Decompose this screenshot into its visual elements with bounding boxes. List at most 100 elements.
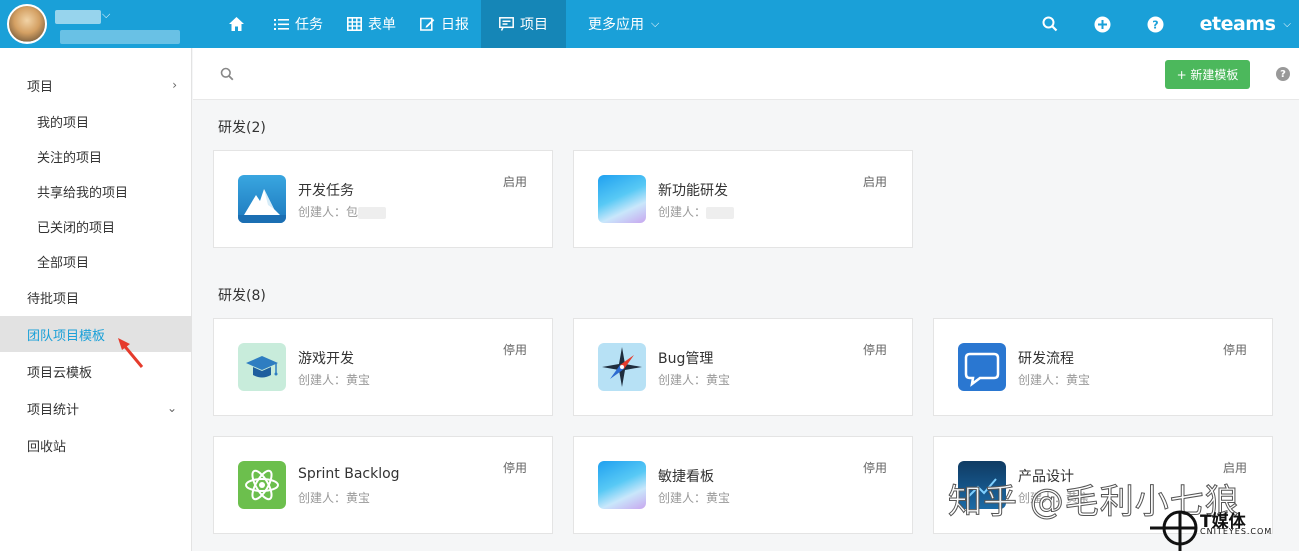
template-creator: 创建人： <box>658 203 735 220</box>
status-badge[interactable]: 停用 <box>1223 341 1247 358</box>
chat-bubble-icon <box>958 343 1006 391</box>
sidebar-item-label: 项目 <box>27 79 54 95</box>
template-card[interactable]: Sprint Backlog 创建人：黄宝 停用 <box>213 436 553 534</box>
gradient-icon <box>598 461 646 509</box>
template-creator: 创建人：黄宝 <box>1018 373 1091 387</box>
template-name: 敏捷看板 <box>658 469 714 485</box>
home-icon <box>228 16 245 32</box>
template-name: 游戏开发 <box>298 351 354 367</box>
sidebar-item-closed-projects[interactable]: 已关闭的项目 <box>0 208 192 244</box>
template-card[interactable]: 敏捷看板 创建人：黄宝 停用 <box>573 436 913 534</box>
template-creator: 创建人：包 <box>298 203 387 220</box>
nav-tasks[interactable]: 任务 <box>262 0 335 48</box>
template-card[interactable]: 研发流程 创建人：黄宝 停用 <box>933 318 1273 416</box>
status-badge[interactable]: 停用 <box>863 459 887 476</box>
status-badge[interactable]: 启用 <box>503 173 527 190</box>
sidebar-item-label: 项目云模板 <box>27 365 93 381</box>
graduation-cap-icon <box>238 343 286 391</box>
sidebar-item-projects[interactable]: 项目 › <box>0 67 192 103</box>
template-name: Bug管理 <box>658 351 714 367</box>
nav-daily[interactable]: 日报 <box>408 0 481 48</box>
sidebar: 项目 › 我的项目 关注的项目 共享给我的项目 已关闭的项目 全部项目 待批项目… <box>0 48 192 551</box>
table-icon <box>347 17 362 31</box>
project-icon <box>499 17 514 31</box>
user-name-blurred <box>55 10 101 24</box>
nav-more-apps[interactable]: 更多应用 ⌵ <box>566 0 681 48</box>
user-menu[interactable]: ⌵ <box>0 0 192 48</box>
list-icon <box>274 18 289 31</box>
nav-projects-label: 项目 <box>520 17 548 33</box>
template-name: 新功能研发 <box>658 183 728 199</box>
top-right-tools: ? eteams ⌵ <box>1041 0 1299 48</box>
main-nav: 任务 表单 日报 项目 更多应用 ⌵ <box>222 0 681 48</box>
nav-projects[interactable]: 项目 <box>481 0 566 48</box>
nav-forms-label: 表单 <box>368 17 396 33</box>
template-name: 开发任务 <box>298 183 354 199</box>
sidebar-item-team-templates[interactable]: 团队项目模板 <box>0 316 192 352</box>
sidebar-item-label: 待批项目 <box>27 291 80 307</box>
toolbar: + 新建模板 ? <box>193 48 1299 100</box>
sidebar-item-shared-projects[interactable]: 共享给我的项目 <box>0 173 192 209</box>
nav-home[interactable] <box>222 0 256 48</box>
status-badge[interactable]: 停用 <box>863 341 887 358</box>
help-icon[interactable]: ? <box>1276 67 1290 81</box>
chevron-down-icon[interactable]: ⌵ <box>102 8 110 22</box>
nav-daily-label: 日报 <box>441 17 469 33</box>
new-template-button[interactable]: + 新建模板 <box>1165 60 1250 89</box>
template-name: Sprint Backlog <box>298 466 400 482</box>
sidebar-item-all-projects[interactable]: 全部项目 <box>0 243 192 279</box>
nav-more-apps-label: 更多应用 <box>588 17 644 33</box>
edit-icon <box>420 17 435 31</box>
sidebar-item-label: 项目统计 <box>27 402 80 418</box>
search-icon[interactable] <box>1041 15 1059 33</box>
chevron-down-icon: ⌄ <box>166 401 177 415</box>
chevron-right-icon: › <box>172 78 177 92</box>
sidebar-item-label: 全部项目 <box>37 255 90 271</box>
sidebar-item-label: 团队项目模板 <box>27 328 106 344</box>
sidebar-item-pending-projects[interactable]: 待批项目 <box>0 279 192 315</box>
sidebar-item-recycle-bin[interactable]: 回收站 <box>0 427 192 463</box>
gradient-icon <box>598 175 646 223</box>
group-title: 研发(2) <box>218 120 266 136</box>
blurred-name <box>358 206 387 219</box>
add-icon[interactable] <box>1094 15 1112 33</box>
watermark-logo-sub: CNITEYES.COM <box>1200 527 1273 536</box>
sidebar-item-project-stats[interactable]: 项目统计 ⌄ <box>0 390 192 426</box>
template-card[interactable]: Bug管理 创建人：黄宝 停用 <box>573 318 913 416</box>
iceberg-icon <box>238 175 286 223</box>
template-creator: 创建人：黄宝 <box>658 491 731 505</box>
template-name: 研发流程 <box>1018 351 1074 367</box>
sidebar-item-label: 已关闭的项目 <box>37 220 116 236</box>
search-icon[interactable] <box>220 67 234 81</box>
user-org-blurred <box>60 30 180 44</box>
sidebar-item-cloud-templates[interactable]: 项目云模板 <box>0 353 192 389</box>
atom-icon <box>238 461 286 509</box>
blurred-name <box>706 206 735 219</box>
sidebar-item-label: 关注的项目 <box>37 150 103 166</box>
help-icon[interactable]: ? <box>1147 15 1165 33</box>
template-card[interactable]: 游戏开发 创建人：黄宝 停用 <box>213 318 553 416</box>
template-card[interactable]: 开发任务 创建人：包 启用 <box>213 150 553 248</box>
sidebar-item-label: 共享给我的项目 <box>37 185 129 201</box>
nav-forms[interactable]: 表单 <box>335 0 408 48</box>
top-bar: ⌵ 任务 表单 日报 项目 更多应用 ⌵ ? eteams ⌵ <box>0 0 1299 48</box>
group-title: 研发(8) <box>218 288 266 304</box>
status-badge[interactable]: 停用 <box>503 341 527 358</box>
brand-logo[interactable]: eteams <box>1200 13 1276 35</box>
sidebar-item-label: 回收站 <box>27 439 67 455</box>
avatar[interactable] <box>7 4 47 44</box>
status-badge[interactable]: 启用 <box>863 173 887 190</box>
sidebar-item-my-projects[interactable]: 我的项目 <box>0 103 192 139</box>
compass-icon <box>598 343 646 391</box>
template-creator: 创建人：黄宝 <box>658 373 731 387</box>
chevron-down-icon: ⌵ <box>651 17 660 30</box>
nav-tasks-label: 任务 <box>295 17 323 33</box>
template-creator: 创建人：黄宝 <box>298 491 371 505</box>
sidebar-item-label: 我的项目 <box>37 115 90 131</box>
template-creator: 创建人：黄宝 <box>298 373 371 387</box>
chevron-down-icon[interactable]: ⌵ <box>1283 19 1291 30</box>
sidebar-item-followed-projects[interactable]: 关注的项目 <box>0 138 192 174</box>
status-badge[interactable]: 停用 <box>503 459 527 476</box>
template-card[interactable]: 新功能研发 创建人： 启用 <box>573 150 913 248</box>
search-input[interactable] <box>239 62 539 86</box>
